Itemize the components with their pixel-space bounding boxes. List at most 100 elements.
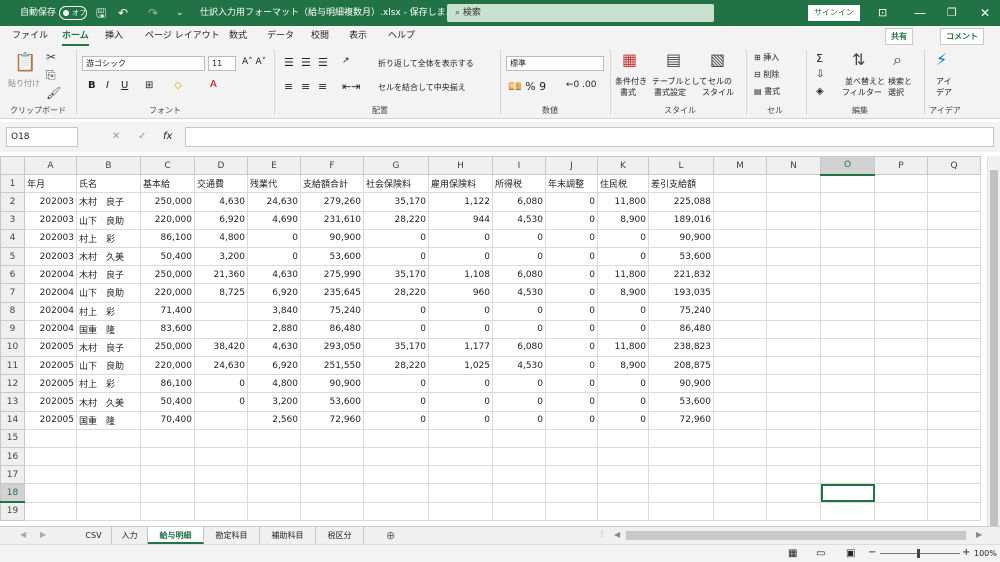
font-color-icon[interactable]: A bbox=[210, 79, 217, 90]
cell-j8[interactable]: 0 bbox=[545, 301, 598, 321]
format-cells-button[interactable]: ▤ 書式 bbox=[754, 86, 780, 97]
cell-f7[interactable]: 235,645 bbox=[300, 283, 364, 303]
cell-b2[interactable]: 木村 良子 bbox=[76, 192, 141, 212]
cell-n8[interactable] bbox=[766, 301, 821, 321]
cell-f18[interactable] bbox=[300, 483, 364, 503]
redo-icon[interactable]: ↷ bbox=[148, 0, 158, 26]
row-header[interactable]: 3 bbox=[0, 210, 25, 230]
column-header-e[interactable]: E bbox=[247, 156, 301, 176]
find-select-icon[interactable]: ⌕ bbox=[893, 50, 902, 70]
cell-d3[interactable]: 6,920 bbox=[194, 210, 248, 230]
save-icon[interactable]: 🖫 bbox=[96, 0, 106, 26]
cell-m14[interactable] bbox=[713, 410, 767, 430]
row-header[interactable]: 9 bbox=[0, 319, 25, 339]
cell-e2[interactable]: 24,630 bbox=[247, 192, 301, 212]
cell-g13[interactable]: 0 bbox=[363, 392, 429, 412]
cell-b5[interactable]: 木村 久美 bbox=[76, 246, 141, 267]
cell-l7[interactable]: 193,035 bbox=[648, 283, 714, 303]
cell-b11[interactable]: 山下 良助 bbox=[76, 356, 141, 376]
row-header[interactable]: 18 bbox=[0, 483, 25, 504]
cell-l6[interactable]: 221,832 bbox=[648, 265, 714, 285]
cell-p8[interactable] bbox=[874, 301, 928, 321]
border-icon[interactable]: ⊞ bbox=[145, 80, 153, 91]
row-header[interactable]: 16 bbox=[0, 446, 25, 467]
cell-h7[interactable]: 960 bbox=[428, 283, 493, 303]
scroll-right-icon[interactable]: ▶ bbox=[976, 530, 982, 539]
cell-o7[interactable] bbox=[820, 283, 875, 303]
cell-k18[interactable] bbox=[597, 483, 649, 503]
cell-d4[interactable]: 4,800 bbox=[194, 228, 248, 248]
cell-d5[interactable]: 3,200 bbox=[194, 246, 248, 267]
row-header[interactable]: 11 bbox=[0, 356, 25, 376]
cell-e3[interactable]: 4,690 bbox=[247, 210, 301, 230]
cell-d19[interactable] bbox=[194, 501, 248, 521]
formula-input[interactable] bbox=[185, 127, 994, 147]
cell-i4[interactable]: 0 bbox=[492, 228, 546, 248]
insert-function-icon[interactable]: fx bbox=[163, 131, 172, 142]
cell-k6[interactable]: 11,800 bbox=[597, 265, 649, 285]
cell-c11[interactable]: 220,000 bbox=[140, 356, 195, 376]
cell-i1[interactable]: 所得税 bbox=[492, 174, 546, 194]
cell-p11[interactable] bbox=[874, 356, 928, 376]
cell-p4[interactable] bbox=[874, 228, 928, 248]
cell-e4[interactable]: 0 bbox=[247, 228, 301, 248]
fill-icon[interactable]: ⇩ bbox=[816, 69, 824, 80]
row-header[interactable]: 6 bbox=[0, 265, 25, 285]
cell-c5[interactable]: 50,400 bbox=[140, 246, 195, 267]
zoom-in-icon[interactable]: + bbox=[962, 547, 970, 558]
cell-g3[interactable]: 28,220 bbox=[363, 210, 429, 230]
zoom-out-icon[interactable]: − bbox=[868, 547, 876, 558]
font-size-select[interactable]: 11 bbox=[208, 56, 236, 71]
tab-formulas[interactable]: 数式 bbox=[229, 26, 247, 46]
cell-n5[interactable] bbox=[766, 246, 821, 267]
cell-e11[interactable]: 6,920 bbox=[247, 356, 301, 376]
row-header[interactable]: 2 bbox=[0, 192, 25, 212]
merge-center-button[interactable]: セルを結合して中央揃え bbox=[378, 82, 466, 93]
cell-q7[interactable] bbox=[927, 283, 981, 303]
cell-f15[interactable] bbox=[300, 428, 364, 449]
cell-h15[interactable] bbox=[428, 428, 493, 449]
cell-l12[interactable]: 90,900 bbox=[648, 374, 714, 394]
cell-h10[interactable]: 1,177 bbox=[428, 337, 493, 358]
cell-f5[interactable]: 53,600 bbox=[300, 246, 364, 267]
cell-h5[interactable]: 0 bbox=[428, 246, 493, 267]
column-header-d[interactable]: D bbox=[194, 156, 248, 176]
sheet-tab-subaccounts[interactable]: 補助科目 bbox=[260, 527, 316, 544]
cell-n17[interactable] bbox=[766, 465, 821, 485]
cell-n19[interactable] bbox=[766, 501, 821, 521]
format-as-table-icon[interactable]: ▤ bbox=[666, 50, 681, 69]
cell-o17[interactable] bbox=[820, 465, 875, 485]
cell-g4[interactable]: 0 bbox=[363, 228, 429, 248]
cell-n13[interactable] bbox=[766, 392, 821, 412]
column-header-q[interactable]: Q bbox=[927, 156, 981, 176]
cell-k5[interactable]: 0 bbox=[597, 246, 649, 267]
cell-g5[interactable]: 0 bbox=[363, 246, 429, 267]
tab-page-layout[interactable]: ページ レイアウト bbox=[145, 26, 220, 46]
column-header-h[interactable]: H bbox=[428, 156, 493, 176]
cell-n9[interactable] bbox=[766, 319, 821, 339]
cell-e8[interactable]: 3,840 bbox=[247, 301, 301, 321]
cell-g18[interactable] bbox=[363, 483, 429, 503]
sort-filter-icon[interactable]: ⇅ bbox=[852, 50, 865, 69]
bold-icon[interactable]: B bbox=[88, 80, 96, 91]
cell-l4[interactable]: 90,900 bbox=[648, 228, 714, 248]
align-left-icon[interactable]: ≡ bbox=[284, 80, 293, 93]
cell-g9[interactable]: 0 bbox=[363, 319, 429, 339]
cell-k9[interactable]: 0 bbox=[597, 319, 649, 339]
cell-i13[interactable]: 0 bbox=[492, 392, 546, 412]
next-sheet-icon[interactable]: ▶ bbox=[40, 530, 46, 539]
cancel-icon[interactable]: ✕ bbox=[112, 131, 120, 142]
cell-e9[interactable]: 2,880 bbox=[247, 319, 301, 339]
cell-k12[interactable]: 0 bbox=[597, 374, 649, 394]
cell-q8[interactable] bbox=[927, 301, 981, 321]
cell-b15[interactable] bbox=[76, 428, 141, 449]
cell-p13[interactable] bbox=[874, 392, 928, 412]
cell-p10[interactable] bbox=[874, 337, 928, 358]
cell-i3[interactable]: 4,530 bbox=[492, 210, 546, 230]
cell-p19[interactable] bbox=[874, 501, 928, 521]
cell-i8[interactable]: 0 bbox=[492, 301, 546, 321]
cell-b19[interactable] bbox=[76, 501, 141, 521]
cell-l16[interactable] bbox=[648, 446, 714, 467]
vertical-scrollbar[interactable] bbox=[987, 156, 1000, 530]
cell-f6[interactable]: 275,990 bbox=[300, 265, 364, 285]
